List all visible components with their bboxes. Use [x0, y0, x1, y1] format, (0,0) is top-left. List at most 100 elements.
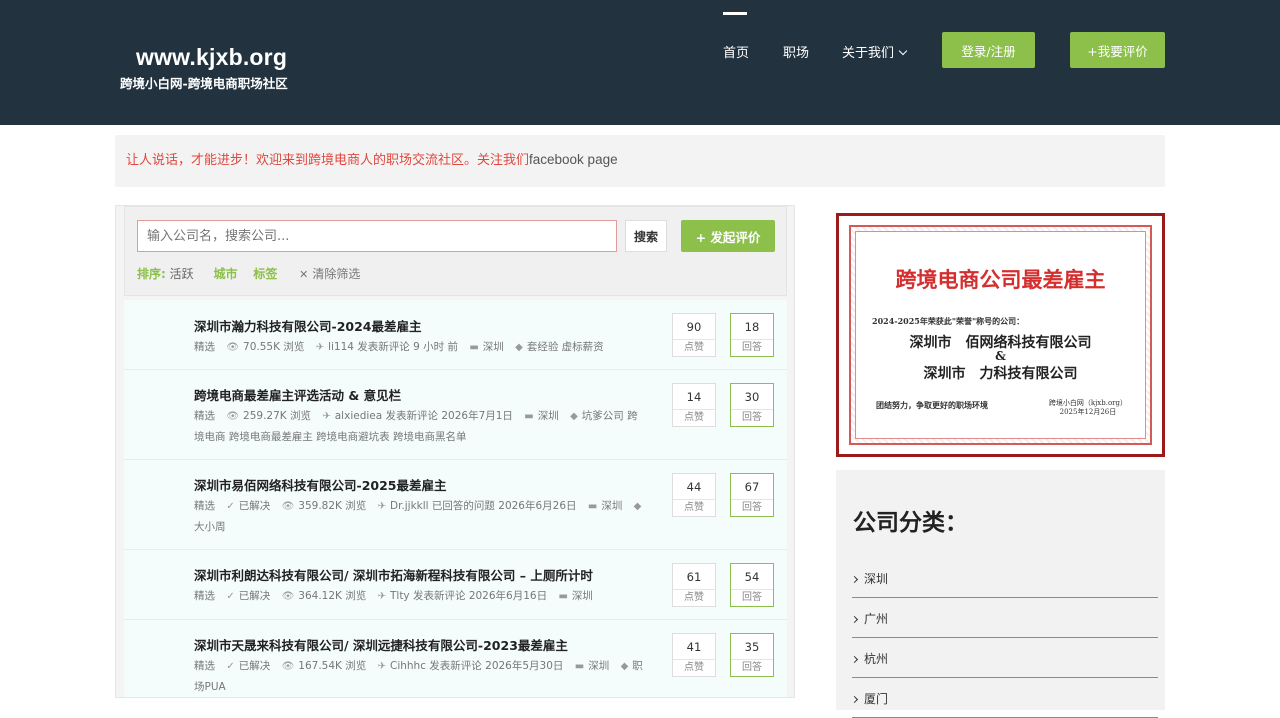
- nav-active-indicator: [723, 12, 747, 15]
- post-title[interactable]: 深圳市利朗达科技有限公司/ 深圳市拓海新程科技有限公司 – 上厕所计时: [194, 565, 593, 584]
- clear-filter-button[interactable]: ✕ 清除筛选: [299, 267, 360, 281]
- answers-box[interactable]: 67 回答: [730, 473, 774, 517]
- sort-active[interactable]: 活跃: [170, 267, 194, 281]
- city-link[interactable]: 深圳: [601, 500, 622, 512]
- post-list: 深圳市瀚力科技有限公司-2024最差雇主 精选 👁 70.55K 浏览 ✈ li11…: [124, 300, 787, 697]
- last-activity[interactable]: li114 发表新评论 9 小时 前: [328, 341, 458, 353]
- sort-label: 排序:: [137, 267, 166, 281]
- nav-about[interactable]: 关于我们: [842, 42, 908, 61]
- category-label: 杭州: [864, 652, 889, 666]
- nav-workplace[interactable]: 职场: [783, 42, 809, 61]
- tag-icon: ◆: [515, 342, 523, 353]
- last-activity[interactable]: alxiediea 发表新评论 2026年7月1日: [335, 410, 513, 422]
- filter-city[interactable]: 城市: [213, 267, 237, 281]
- category-label: 深圳: [864, 572, 889, 586]
- logo-tagline[interactable]: 跨境小白网-跨境电商职场社区: [120, 73, 288, 92]
- folder-icon: ▬: [558, 591, 568, 602]
- certificate-border: 跨境电商公司最差雇主 2024-2025年荣获此"荣誉"称号的公司： 深圳市 佰…: [849, 225, 1152, 445]
- city-link[interactable]: 深圳: [588, 660, 609, 672]
- chevron-right-icon: [850, 575, 859, 584]
- answers-label: 回答: [742, 502, 762, 513]
- post-meta: 精选 ✓ 已解决 👁 167.54K 浏览 ✈ Cihhhc 发表新评论 2026年5…: [194, 656, 646, 697]
- votes-count: 41: [673, 634, 715, 660]
- close-icon: ✕: [299, 268, 309, 281]
- chevron-right-icon: [850, 615, 859, 624]
- tag-icon: ◆: [620, 661, 629, 672]
- folder-icon: ▬: [574, 661, 585, 672]
- votes-label: 点赞: [684, 342, 704, 353]
- write-review-button[interactable]: +我要评价: [1070, 32, 1165, 68]
- featured-badge[interactable]: 精选: [194, 590, 215, 602]
- tag-links[interactable]: 套经验 虚标薪资: [527, 341, 604, 353]
- last-activity[interactable]: Tlty 发表新评论 2026年6月16日: [390, 590, 547, 602]
- filter-tag[interactable]: 标签: [253, 267, 277, 281]
- category-item-hangzhou[interactable]: 杭州: [850, 638, 1158, 678]
- city-link[interactable]: 深圳: [483, 341, 504, 353]
- post-meta: 精选 👁 70.55K 浏览 ✈ li114 发表新评论 9 小时 前 ▬ 深圳 ◆ 套…: [194, 337, 646, 358]
- category-item-xiamen[interactable]: 厦门: [850, 678, 1158, 718]
- answers-box[interactable]: 35 回答: [730, 633, 774, 677]
- featured-badge[interactable]: 精选: [194, 341, 215, 353]
- start-review-button[interactable]: + 发起评价: [681, 220, 775, 252]
- views-count: 359.82K 浏览: [298, 500, 367, 512]
- facebook-link[interactable]: facebook page: [529, 152, 618, 167]
- answers-box[interactable]: 18 回答: [730, 313, 774, 357]
- certificate-date: 2025年12月26日: [1059, 408, 1117, 416]
- votes-count: 61: [673, 564, 715, 590]
- post-title[interactable]: 深圳市易佰网络科技有限公司-2025最差雇主: [194, 475, 446, 494]
- tag-links[interactable]: 大小周: [194, 521, 226, 533]
- post-title[interactable]: 跨境电商最差雇主评选活动 & 意见栏: [194, 385, 401, 404]
- notice-text: 让人说话，才能进步！欢迎来到跨境电商人的职场交流社区。关注我们: [126, 153, 530, 168]
- tag-icon: ◆: [633, 501, 642, 512]
- last-activity[interactable]: Dr.jjkkll 已回答的问题 2026年6月26日: [390, 500, 577, 512]
- company-search-input[interactable]: [137, 220, 617, 252]
- answers-label: 回答: [742, 662, 762, 673]
- activity-icon: ✈: [322, 411, 331, 422]
- views-count: 259.27K 浏览: [243, 410, 312, 422]
- folder-icon: ▬: [524, 411, 534, 422]
- clear-filter-label: 清除筛选: [312, 267, 361, 281]
- votes-box: 44 点赞: [672, 473, 716, 517]
- answers-count: 18: [731, 314, 773, 340]
- featured-badge[interactable]: 精选: [194, 660, 215, 672]
- votes-box: 41 点赞: [672, 633, 716, 677]
- featured-badge[interactable]: 精选: [194, 410, 215, 422]
- nav-home[interactable]: 首页: [723, 42, 749, 61]
- city-link[interactable]: 深圳: [538, 410, 559, 422]
- category-item-shenzhen[interactable]: 深圳: [850, 558, 1158, 598]
- nav-about-label: 关于我们: [842, 46, 895, 61]
- votes-box: 14 点赞: [672, 383, 716, 427]
- answers-box[interactable]: 30 回答: [730, 383, 774, 427]
- answers-box[interactable]: 54 回答: [730, 563, 774, 607]
- post-title[interactable]: 深圳市天晟来科技有限公司/ 深圳远捷科技有限公司-2023最差雇主: [194, 635, 568, 654]
- list-item: 深圳市易佰网络科技有限公司-2025最差雇主 精选 ✓ 已解决 👁 359.82K …: [124, 460, 787, 550]
- last-activity[interactable]: Cihhhc 发表新评论 2026年5月30日: [390, 660, 563, 672]
- votes-box: 90 点赞: [672, 313, 716, 357]
- certificate-body: 跨境电商公司最差雇主 2024-2025年荣获此"荣誉"称号的公司： 深圳市 佰…: [855, 231, 1146, 439]
- post-meta: 精选 ✓ 已解决 👁 364.12K 浏览 ✈ Tlty 发表新评论 2026年6月1…: [194, 586, 646, 607]
- votes-label: 点赞: [684, 592, 704, 603]
- sort-filter-bar: 排序: 活跃 城市 标签 ✕ 清除筛选: [137, 265, 360, 282]
- category-item-guangzhou[interactable]: 广州: [850, 598, 1158, 638]
- eye-icon: 👁: [281, 591, 295, 602]
- search-button[interactable]: 搜索: [625, 220, 667, 252]
- featured-badge[interactable]: 精选: [194, 500, 215, 512]
- folder-icon: ▬: [469, 342, 479, 353]
- activity-icon: ✈: [377, 591, 386, 602]
- worst-employer-award-banner[interactable]: 跨境电商公司最差雇主 2024-2025年荣获此"荣誉"称号的公司： 深圳市 佰…: [836, 213, 1165, 457]
- activity-icon: ✈: [315, 342, 325, 353]
- city-link[interactable]: 深圳: [572, 590, 593, 602]
- post-meta: 精选 👁 259.27K 浏览 ✈ alxiediea 发表新评论 2026年7月1…: [194, 406, 646, 447]
- activity-icon: ✈: [377, 661, 386, 672]
- site-logo[interactable]: www.kjxb.org 跨境小白网-跨境电商职场社区: [120, 44, 288, 92]
- answers-label: 回答: [742, 592, 762, 603]
- votes-label: 点赞: [684, 662, 704, 673]
- list-item: 跨境电商最差雇主评选活动 & 意见栏 精选 👁 259.27K 浏览 ✈ alxie…: [124, 370, 787, 460]
- logo-domain[interactable]: www.kjxb.org: [136, 44, 288, 71]
- post-title[interactable]: 深圳市瀚力科技有限公司-2024最差雇主: [194, 316, 421, 335]
- votes-label: 点赞: [684, 412, 704, 423]
- answers-count: 54: [731, 564, 773, 590]
- login-register-button[interactable]: 登录/注册: [942, 32, 1035, 68]
- check-icon: ✓: [226, 501, 235, 512]
- certificate-issuer-name: 跨境小白网（kjxb.org）: [1048, 399, 1127, 407]
